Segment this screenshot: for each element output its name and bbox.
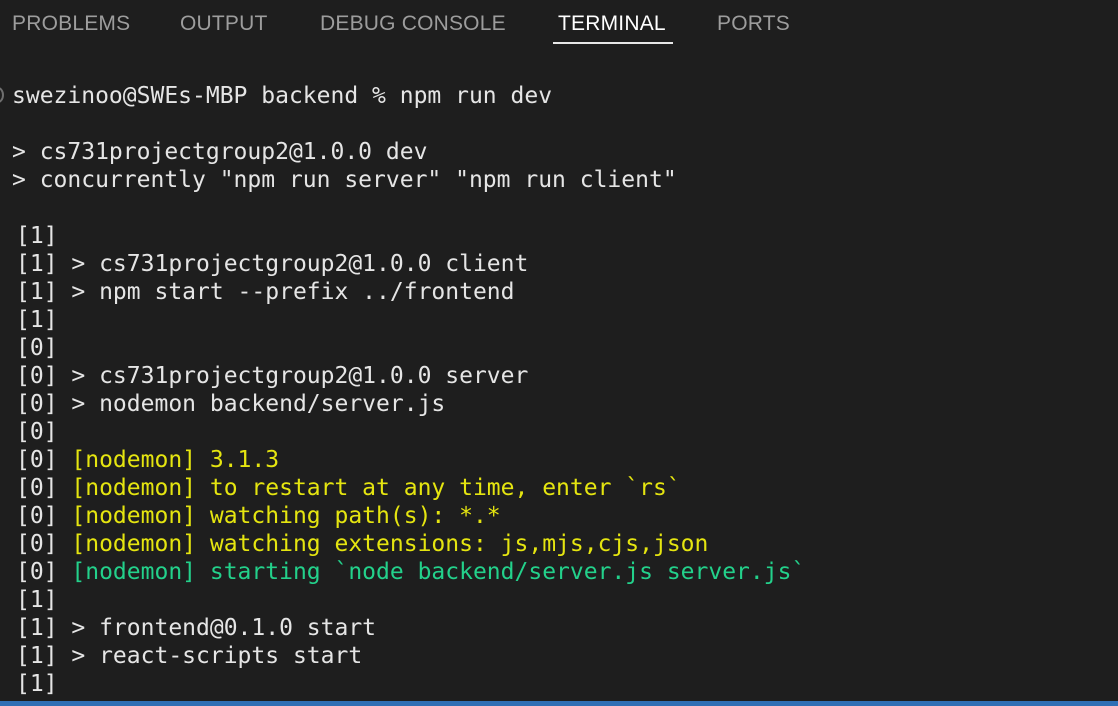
- tab-output[interactable]: OUTPUT: [180, 10, 268, 38]
- terminal-output[interactable]: swezinoo@SWEs-MBP backend % npm run dev >…: [0, 82, 1118, 700]
- terminal-line: [1]: [16, 222, 58, 250]
- tab-debug-console[interactable]: DEBUG CONSOLE: [320, 10, 506, 38]
- process-prefix: [0]: [16, 391, 58, 417]
- tab-problems[interactable]: PROBLEMS: [12, 10, 130, 38]
- process-prefix: [1]: [16, 307, 58, 333]
- line-text: [nodemon] to restart at any time, enter …: [57, 475, 681, 501]
- process-prefix: [0]: [16, 419, 58, 445]
- terminal-line: [0]: [16, 418, 58, 446]
- terminal-line: [1] > react-scripts start: [16, 642, 362, 670]
- terminal-line: [1] > frontend@0.1.0 start: [16, 614, 376, 642]
- line-text: swezinoo@SWEs-MBP backend % npm run dev: [12, 83, 553, 109]
- process-prefix: [1]: [16, 587, 58, 613]
- active-tab-indicator: [553, 42, 673, 44]
- terminal-line: > concurrently "npm run server" "npm run…: [12, 166, 677, 194]
- terminal-line: [1]: [16, 670, 58, 698]
- process-prefix: [0]: [16, 475, 58, 501]
- line-text: [nodemon] starting `node backend/server.…: [57, 559, 806, 585]
- terminal-line: [1]: [16, 306, 58, 334]
- process-prefix: [1]: [16, 251, 58, 277]
- terminal-line: [0] [nodemon] starting `node backend/ser…: [16, 558, 805, 586]
- terminal-line: [0] [nodemon] watching extensions: js,mj…: [16, 530, 708, 558]
- tab-ports[interactable]: PORTS: [717, 10, 790, 38]
- process-prefix: [1]: [16, 643, 58, 669]
- line-text: [nodemon] 3.1.3: [57, 447, 280, 473]
- terminal-line: > cs731projectgroup2@1.0.0 dev: [12, 138, 427, 166]
- line-text: > concurrently "npm run server" "npm run…: [12, 167, 677, 193]
- process-prefix: [0]: [16, 335, 58, 361]
- line-text: > cs731projectgroup2@1.0.0 server: [57, 363, 529, 389]
- terminal-line: [0] > nodemon backend/server.js: [16, 390, 445, 418]
- terminal-line: [0] [nodemon] 3.1.3: [16, 446, 279, 474]
- process-prefix: [0]: [16, 531, 58, 557]
- terminal-line: [0]: [16, 334, 58, 362]
- line-text: [nodemon] watching path(s): *.*: [57, 503, 501, 529]
- panel-tab-bar: PROBLEMS OUTPUT DEBUG CONSOLE TERMINAL P…: [0, 0, 1118, 48]
- terminal-line: [1] > cs731projectgroup2@1.0.0 client: [16, 250, 528, 278]
- process-prefix: [1]: [16, 223, 58, 249]
- process-prefix: [0]: [16, 447, 58, 473]
- terminal-panel: PROBLEMS OUTPUT DEBUG CONSOLE TERMINAL P…: [0, 0, 1118, 706]
- terminal-line: swezinoo@SWEs-MBP backend % npm run dev: [12, 82, 552, 110]
- line-text: > cs731projectgroup2@1.0.0 client: [57, 251, 529, 277]
- line-text: [nodemon] watching extensions: js,mjs,cj…: [57, 531, 709, 557]
- terminal-line: [1] > npm start --prefix ../frontend: [16, 278, 515, 306]
- line-text: > cs731projectgroup2@1.0.0 dev: [12, 139, 428, 165]
- process-prefix: [0]: [16, 363, 58, 389]
- line-text: > react-scripts start: [57, 643, 363, 669]
- process-prefix: [1]: [16, 279, 58, 305]
- status-bar: [0, 701, 1118, 706]
- terminal-line: [1]: [16, 586, 58, 614]
- process-prefix: [1]: [16, 671, 58, 697]
- tab-terminal[interactable]: TERMINAL: [558, 10, 666, 38]
- line-text: > nodemon backend/server.js: [57, 391, 446, 417]
- process-prefix: [0]: [16, 503, 58, 529]
- line-text: > npm start --prefix ../frontend: [57, 279, 515, 305]
- line-text: > frontend@0.1.0 start: [57, 615, 377, 641]
- process-prefix: [1]: [16, 615, 58, 641]
- terminal-line: [0] > cs731projectgroup2@1.0.0 server: [16, 362, 528, 390]
- terminal-line: [0] [nodemon] to restart at any time, en…: [16, 474, 681, 502]
- terminal-line: [0] [nodemon] watching path(s): *.*: [16, 502, 501, 530]
- process-prefix: [0]: [16, 559, 58, 585]
